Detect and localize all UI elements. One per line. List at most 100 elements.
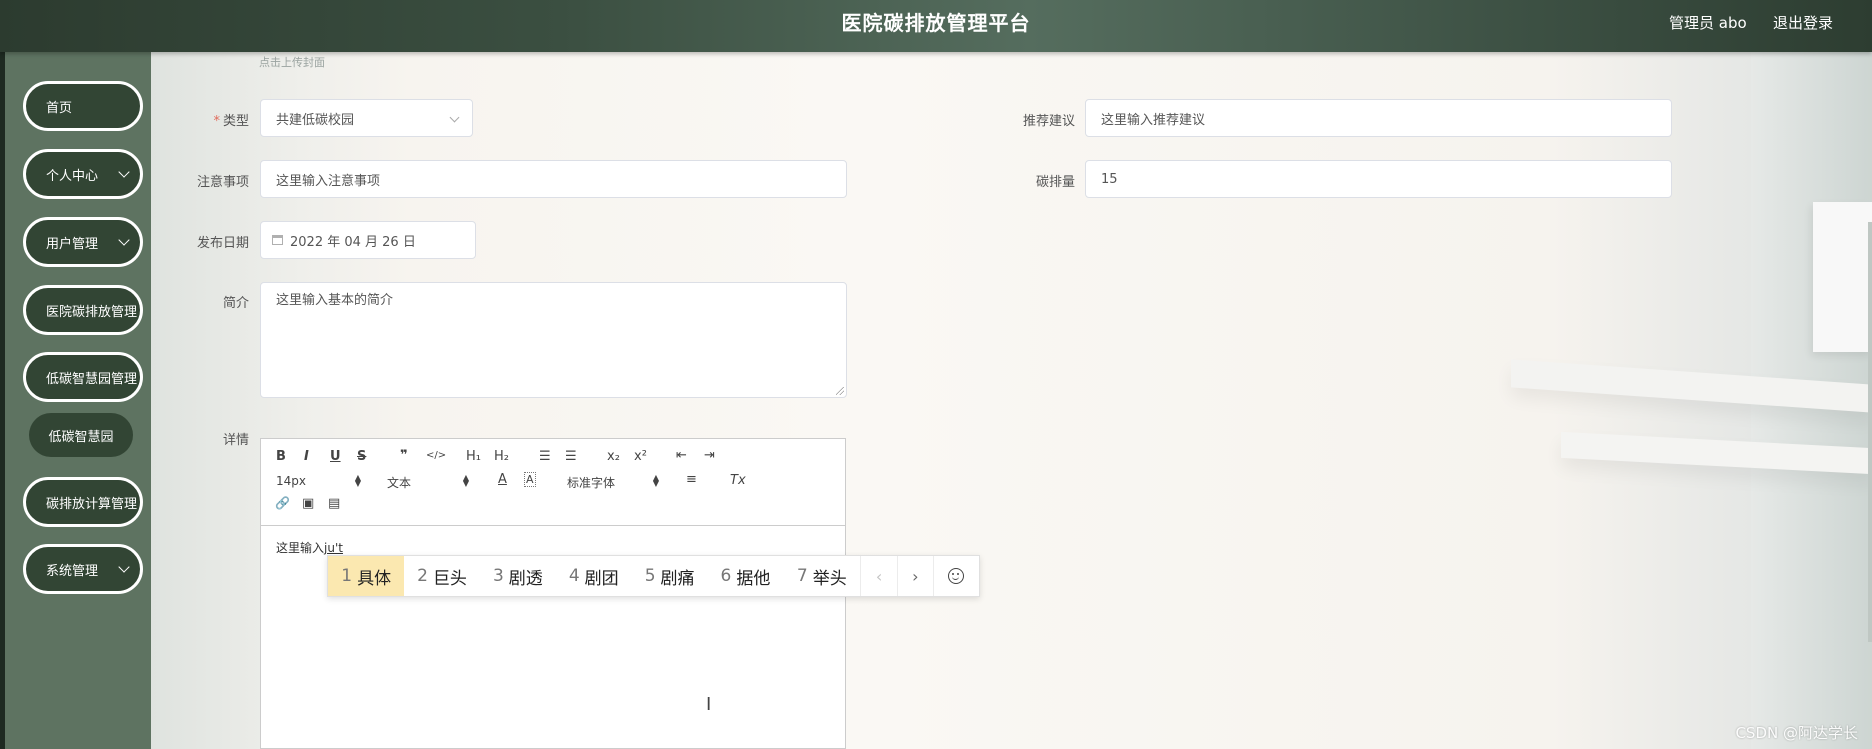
sidebar-item-hospital-carbon[interactable]: 医院碳排放管理 xyxy=(23,285,143,335)
type-select[interactable]: 共建低碳校园 xyxy=(260,99,473,137)
editor-content[interactable]: 这里输入ju't xyxy=(276,539,343,556)
candidate-text: 举头 xyxy=(812,568,847,589)
indent-button[interactable]: ⇥ xyxy=(704,448,715,463)
ime-candidate[interactable]: 4 剧团 xyxy=(556,556,631,596)
italic-button[interactable]: I xyxy=(304,449,309,464)
ime-candidate[interactable]: 1 具体 xyxy=(328,556,405,596)
ime-emoji-button[interactable] xyxy=(932,556,979,596)
select-arrows-icon: ▲ ▼ xyxy=(462,473,469,488)
sidebar-item-system-management[interactable]: 系统管理 xyxy=(23,544,143,594)
bullet-list-button[interactable]: ☰ xyxy=(565,449,577,464)
watermark: CSDN @阿达学长 xyxy=(1735,724,1858,742)
chevron-down-icon xyxy=(118,166,130,178)
font-family-select[interactable]: 标准字体 ▲ ▼ xyxy=(567,474,659,491)
link-button[interactable]: 🔗 xyxy=(275,496,290,510)
superscript-button[interactable]: x² xyxy=(634,449,647,464)
sidebar-item-user-management[interactable]: 用户管理 xyxy=(23,217,143,267)
notes-label: 注意事项 xyxy=(196,175,249,190)
sidebar-item-label: 低碳智慧园管理 xyxy=(46,371,138,387)
type-label-text: 类型 xyxy=(222,114,249,129)
candidate-text: 巨头 xyxy=(432,568,467,589)
chevron-down-icon xyxy=(449,112,460,123)
recommend-label: 推荐建议 xyxy=(1022,114,1075,129)
ime-candidate-bar: 1 具体 2 巨头 3 剧透 4 剧团 5 剧痛 6 据他 7 举头 ‹ › xyxy=(327,555,980,597)
detail-label: 详情 xyxy=(222,433,249,448)
font-family-value: 标准字体 xyxy=(567,476,616,490)
candidate-number: 2 xyxy=(417,566,428,586)
heading2-button[interactable]: H₂ xyxy=(494,449,509,464)
select-arrows-icon: ▲ ▼ xyxy=(652,473,659,488)
heading1-button[interactable]: H₁ xyxy=(466,449,481,464)
smiley-icon xyxy=(948,568,965,584)
carbon-label: 碳排量 xyxy=(1035,175,1075,190)
ime-candidate[interactable]: 2 巨头 xyxy=(404,556,479,596)
scrollbar[interactable] xyxy=(1868,222,1872,642)
main-content: 点击上传封面 * 类型 共建低碳校园 推荐建议 这里输入推荐建议 注意事项 这里输… xyxy=(151,52,1872,749)
font-size-select[interactable]: 14px ▲ ▼ xyxy=(276,473,361,489)
sidebar-item-lowcarbon-park-management[interactable]: 低碳智慧园管理 xyxy=(23,352,143,402)
sidebar-item-label: 系统管理 xyxy=(46,563,99,579)
notes-input[interactable]: 这里输入注意事项 xyxy=(260,160,847,198)
strikethrough-button[interactable]: S xyxy=(357,449,366,464)
blockquote-button[interactable]: ❞ xyxy=(400,448,408,463)
publish-date-picker[interactable]: 2022 年 04 月 26 日 xyxy=(260,221,476,259)
sidebar-item-carbon-calc[interactable]: 碳排放计算管理 xyxy=(23,477,143,527)
bold-button[interactable]: B xyxy=(276,449,286,464)
text-format-select[interactable]: 文本 ▲ ▼ xyxy=(387,474,469,491)
candidate-text: 剧团 xyxy=(584,568,619,589)
ime-candidate[interactable]: 5 剧痛 xyxy=(631,556,707,596)
ime-composition-text: ju't xyxy=(324,541,343,555)
publish-date-value: 2022 年 04 月 26 日 xyxy=(290,234,416,250)
ime-next-page-button[interactable]: › xyxy=(896,556,933,596)
sidebar-item-label: 医院碳排放管理 xyxy=(46,304,138,320)
ordered-list-button[interactable]: ☰ xyxy=(539,449,551,464)
sidebar-item-label: 碳排放计算管理 xyxy=(46,496,138,512)
underline-button[interactable]: U xyxy=(330,449,341,464)
notes-placeholder: 这里输入注意事项 xyxy=(276,173,381,189)
candidate-number: 6 xyxy=(720,566,732,586)
upload-cover-hint[interactable]: 点击上传封面 xyxy=(259,54,325,70)
font-color-button[interactable]: A xyxy=(498,472,507,487)
sidebar-subitem-lowcarbon-park[interactable]: 低碳智慧园 xyxy=(29,413,133,457)
candidate-number: 5 xyxy=(644,566,656,586)
image-button[interactable]: ▣ xyxy=(302,496,314,511)
admin-username: 管理员 abo xyxy=(1669,14,1747,32)
sidebar-item-label: 首页 xyxy=(46,100,73,116)
carbon-input[interactable]: 15 xyxy=(1085,160,1672,198)
candidate-number: 4 xyxy=(568,566,580,586)
recommend-placeholder: 这里输入推荐建议 xyxy=(1101,112,1206,128)
subscript-button[interactable]: x₂ xyxy=(607,449,620,464)
background-decoration xyxy=(1813,202,1872,352)
ime-candidate[interactable]: 3 剧透 xyxy=(480,556,556,596)
ime-candidate[interactable]: 6 据他 xyxy=(708,556,783,596)
carbon-value: 15 xyxy=(1101,171,1118,187)
candidate-number: 1 xyxy=(341,566,353,586)
sidebar-item-home[interactable]: 首页 xyxy=(23,81,143,131)
resize-handle[interactable] xyxy=(836,387,844,395)
candidate-text: 具体 xyxy=(357,568,392,589)
code-block-button[interactable]: </> xyxy=(426,450,446,461)
calendar-icon xyxy=(272,235,283,245)
candidate-text: 剧透 xyxy=(508,568,543,589)
candidate-number: 7 xyxy=(796,566,808,586)
top-header: 医院碳排放管理平台 管理员 abo 退出登录 xyxy=(0,0,1872,52)
logout-link[interactable]: 退出登录 xyxy=(1773,12,1833,33)
video-button[interactable]: ▤ xyxy=(328,496,340,511)
background-color-button[interactable]: A xyxy=(524,472,536,487)
recommend-input[interactable]: 这里输入推荐建议 xyxy=(1085,99,1672,137)
text-format-value: 文本 xyxy=(387,476,412,490)
candidate-number: 3 xyxy=(492,566,504,586)
outdent-button[interactable]: ⇤ xyxy=(676,448,687,463)
candidate-text: 据他 xyxy=(736,568,771,589)
ime-prev-page-button[interactable]: ‹ xyxy=(860,556,896,596)
publish-date-label: 发布日期 xyxy=(196,236,249,251)
intro-textarea[interactable]: 这里输入基本的简介 xyxy=(260,282,847,398)
editor-text: 这里输入 xyxy=(276,541,325,555)
select-arrows-icon: ▲ ▼ xyxy=(354,473,361,488)
clear-format-button[interactable]: Tx xyxy=(730,473,746,488)
text-cursor-icon: Ⅰ xyxy=(706,694,712,715)
sidebar-item-personal-center[interactable]: 个人中心 xyxy=(23,149,143,199)
align-button[interactable]: ≡ xyxy=(686,472,697,487)
candidate-text: 剧痛 xyxy=(660,568,695,589)
ime-candidate[interactable]: 7 举头 xyxy=(783,556,860,596)
